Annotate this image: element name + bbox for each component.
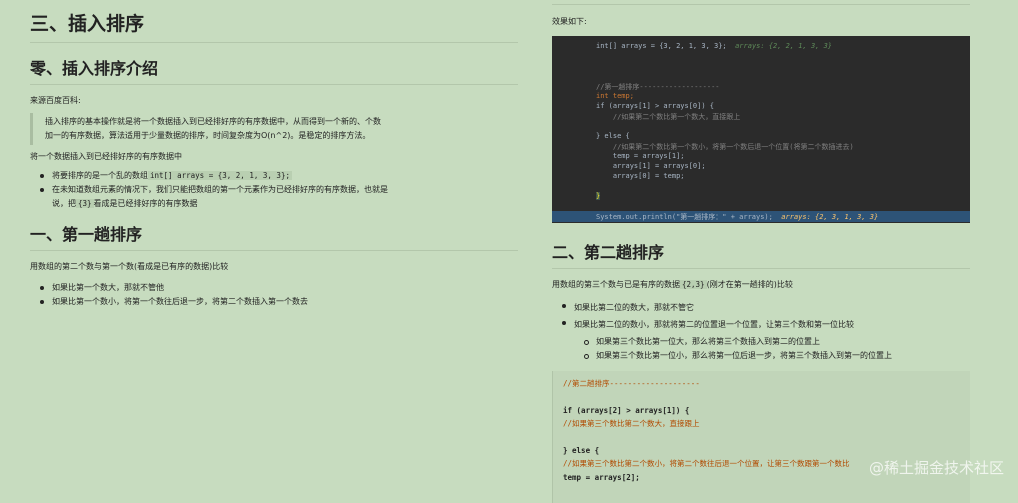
list-item-text: 将要排序的是一个乱的数组 <box>52 171 148 180</box>
inline-code: int[] arrays = {3, 2, 1, 3, 3}; <box>148 171 292 180</box>
list-item-text: 看成是已经排好序的有序数据 <box>93 199 198 208</box>
list-item-text: 说，把 <box>52 199 76 208</box>
code-line: //如果第二个数比第一个数小，将第一个数后退一个位置(将第二个数插进去) <box>596 143 854 151</box>
list-item: 如果比第一个数大，那就不管他 <box>40 281 518 295</box>
right-column: 效果如下: int[] arrays = {3, 2, 1, 3, 3}; ar… <box>552 0 970 503</box>
code-line: //第二趟排序-------------------- <box>563 379 700 388</box>
round2-lead-text: 用数组的第三个数与已是有序的数据 <box>552 280 680 289</box>
bullet-list: 如果比第一个数大，那就不管他 如果比第一个数小，将第一个数往后退一步，将第二个数… <box>30 281 518 309</box>
code-line: int[] arrays = {3, 2, 1, 3, 3}; arrays: … <box>596 42 832 50</box>
code-text: int[] arrays = {3, 2, 1, 3, 3}; <box>596 42 727 50</box>
code-line: } else { <box>563 445 600 455</box>
code-block: //第二趟排序-------------------- if (arrays[2… <box>552 371 970 503</box>
sub-list-item: 如果第三个数比第一位大，那么将第三个数插入到第二的位置上 <box>584 335 970 349</box>
code-line: System.out.println("第一趟排序：" + arrays); a… <box>596 212 878 222</box>
sub-list-item: 如果第三个数比第一位小，那么将第一位后退一步，将第三个数插入到第一的位置上 <box>584 349 970 363</box>
bullet-list: 如果比第二位的数大，那就不管它 如果比第二位的数小，那就将第二的位置退一个位置，… <box>552 299 970 363</box>
list-item: 在未知道数组元素的情况下，我们只能把数组的第一个元素作为已经排好序的有序数据，也… <box>40 183 518 211</box>
round1-lead: 用数组的第二个数与第一个数(看成是已有序的数据)比较 <box>30 262 229 271</box>
round2-lead-text: (刚才在第一趟排的)比较 <box>706 280 793 289</box>
round2-lead: 用数组的第三个数与已是有序的数据 {2,3} (刚才在第一趟排的)比较 <box>552 279 970 291</box>
code-line: if (arrays[2] > arrays[1]) { <box>563 405 690 415</box>
watermark: @稀土掘金技术社区 <box>868 459 1004 477</box>
code-line: arrays[1] = arrays[0]; <box>596 162 706 170</box>
code-line: int temp; <box>596 92 634 100</box>
quote-line: 加一的有序数据，算法适用于少量数据的排序，时间复杂度为O(n^2)。是稳定的排序… <box>45 131 371 140</box>
round2-heading: 二、第二趟排序 <box>552 235 970 269</box>
source-label: 来源百度百科: <box>30 96 81 105</box>
bullet-list: 将要排序的是一个乱的数组 int[] arrays = {3, 2, 1, 3, … <box>30 169 518 211</box>
section-title: 三、插入排序 <box>30 0 518 43</box>
round1-heading: 一、第一趟排序 <box>30 217 518 251</box>
code-line: if (arrays[1] > arrays[0]) { <box>596 102 715 110</box>
code-line: } else { <box>596 132 630 140</box>
code-line: arrays[0] = temp; <box>596 172 685 180</box>
list-item-text: 在未知道数组元素的情况下，我们只能把数组的第一个元素作为已经排好序的有序数据，也… <box>52 185 388 194</box>
sub-list: 如果第三个数比第一位大，那么将第三个数插入到第二的位置上 如果第三个数比第一位小… <box>574 335 970 363</box>
list-item-text: 如果比第二位的数小，那就将第二的位置退一个位置，让第三个数和第一位比较 <box>574 320 854 329</box>
quote-block: 插入排序的基本操作就是将一个数据插入到已经排好序的有序数据中，从而得到一个新的、… <box>30 113 518 145</box>
quote-line: 插入排序的基本操作就是将一个数据插入到已经排好序的有序数据中，从而得到一个新的、… <box>45 117 381 126</box>
lead-text: 将一个数据插入到已经排好序的有序数据中 <box>30 152 182 161</box>
ide-screenshot: int[] arrays = {3, 2, 1, 3, 3}; arrays: … <box>552 36 970 223</box>
code-line: //第一趟排序------------------- <box>596 83 720 91</box>
code-line: //如果第三个数比第二个数大，直接跟上 <box>563 419 700 428</box>
code-line: //如果第二个数比第一个数大，直接跟上 <box>596 113 741 121</box>
list-item: 将要排序的是一个乱的数组 int[] arrays = {3, 2, 1, 3, … <box>40 169 518 183</box>
list-item: 如果比第二位的数小，那就将第二的位置退一个位置，让第三个数和第一位比较 如果第三… <box>562 316 970 363</box>
inline-code: {3} <box>76 199 94 208</box>
intro-heading: 零、插入排序介绍 <box>30 51 518 85</box>
effect-label: 效果如下: <box>552 17 587 26</box>
list-item: 如果比第二位的数大，那就不管它 <box>562 299 970 316</box>
debug-value: arrays: {2, 3, 1, 3, 3} <box>781 213 879 221</box>
code-line: temp = arrays[1]; <box>596 152 685 160</box>
code-text: System.out.println("第一趟排序：" + arrays); <box>596 213 773 221</box>
code-line: } <box>596 192 601 200</box>
left-column: 三、插入排序 零、插入排序介绍 来源百度百科: 插入排序的基本操作就是将一个数据… <box>30 0 518 309</box>
list-item: 如果比第一个数小，将第一个数往后退一步，将第二个数插入第一个数去 <box>40 295 518 309</box>
debug-value: arrays: {2, 2, 1, 3, 3} <box>735 42 833 50</box>
inline-code: {2,3} <box>680 280 707 289</box>
